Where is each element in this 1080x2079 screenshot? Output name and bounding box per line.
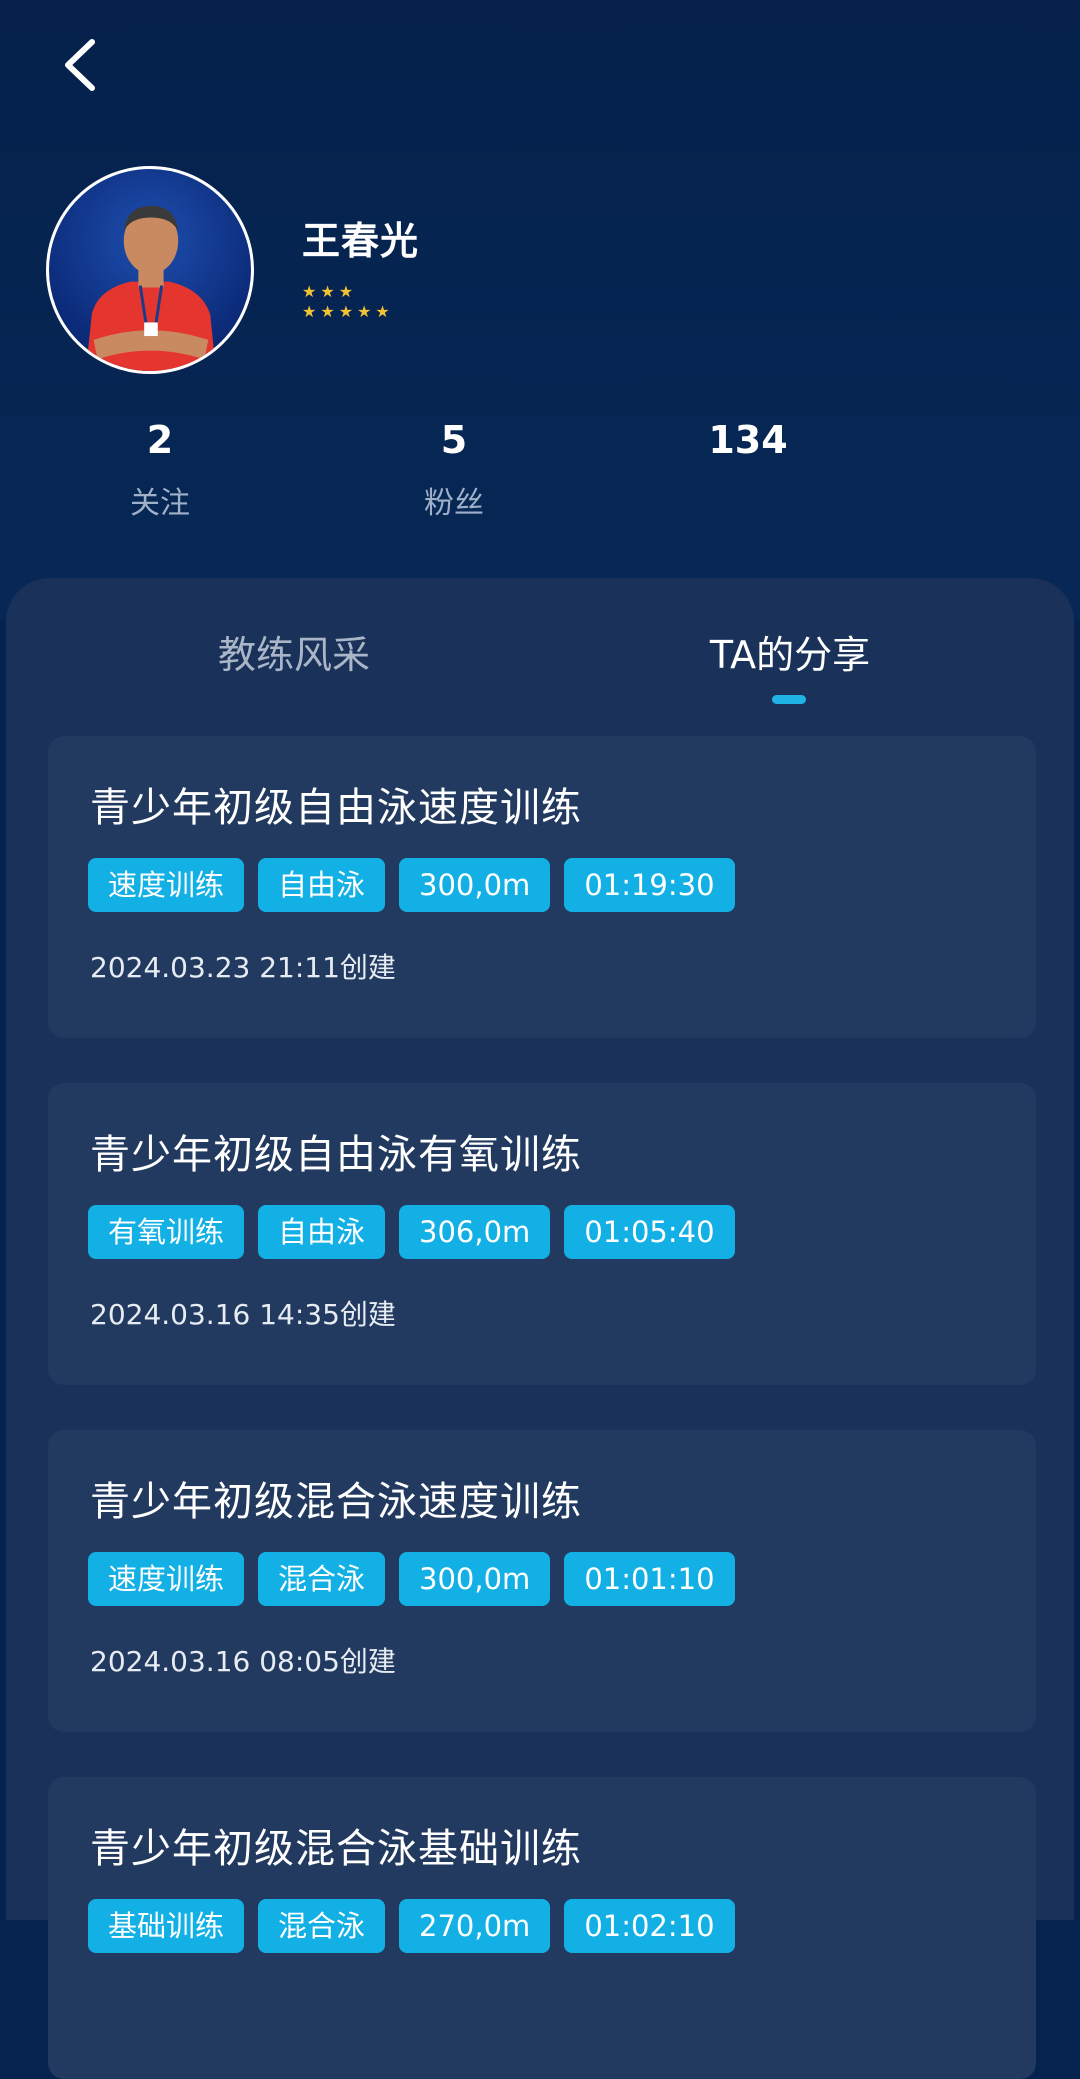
user-name: 王春光: [302, 219, 420, 263]
card-date: 2024.03.16 14:35创建: [90, 1298, 396, 1331]
stat-followers-count: 5: [440, 418, 468, 462]
tag-stroke: 混合泳: [258, 1552, 386, 1606]
chevron-left-icon: [65, 39, 95, 91]
stars-row-1: ★★★: [302, 282, 358, 301]
tag-duration: 01:01:10: [564, 1552, 735, 1606]
card-title: 青少年初级自由泳有氧训练: [90, 1132, 582, 1178]
tab-shares[interactable]: TA的分享: [692, 620, 888, 690]
stat-following[interactable]: 2 关注: [60, 410, 260, 534]
training-card[interactable]: 青少年初级自由泳有氧训练 有氧训练 自由泳 306,0m 01:05:40 20…: [48, 1083, 1036, 1385]
stat-followers[interactable]: 5 粉丝: [354, 410, 554, 534]
card-title: 青少年初级混合泳速度训练: [90, 1479, 582, 1525]
stat-followers-label: 粉丝: [424, 486, 484, 521]
tag-type: 速度训练: [88, 1552, 245, 1606]
tag-stroke: 混合泳: [258, 1899, 386, 1953]
card-title: 青少年初级混合泳基础训练: [90, 1826, 582, 1872]
back-button[interactable]: [52, 30, 112, 100]
tag-duration: 01:02:10: [564, 1899, 735, 1953]
training-card[interactable]: 青少年初级自由泳速度训练 速度训练 自由泳 300,0m 01:19:30 20…: [48, 736, 1036, 1038]
tag-type: 基础训练: [88, 1899, 245, 1953]
tab-coach-showcase[interactable]: 教练风采: [196, 620, 392, 690]
tag-distance: 306,0m: [399, 1205, 551, 1259]
tab-active-indicator: [772, 695, 806, 704]
card-date: 2024.03.23 21:11创建: [90, 951, 396, 984]
tag-type: 速度训练: [88, 858, 245, 912]
tag-stroke: 自由泳: [258, 1205, 386, 1259]
avatar-image: [85, 205, 217, 371]
card-tags: 速度训练 自由泳 300,0m 01:19:30: [88, 858, 735, 912]
avatar[interactable]: [46, 166, 254, 374]
tag-duration: 01:19:30: [564, 858, 735, 912]
card-date: 2024.03.16 08:05创建: [90, 1645, 396, 1678]
stat-third[interactable]: 134: [648, 410, 848, 474]
tag-duration: 01:05:40: [564, 1205, 735, 1259]
training-card[interactable]: 青少年初级混合泳速度训练 速度训练 混合泳 300,0m 01:01:10 20…: [48, 1430, 1036, 1732]
tag-distance: 300,0m: [399, 858, 551, 912]
stars-row-2: ★★★★★: [302, 302, 394, 321]
stat-following-count: 2: [146, 418, 174, 462]
tag-distance: 270,0m: [399, 1899, 551, 1953]
tag-type: 有氧训练: [88, 1205, 245, 1259]
stat-following-label: 关注: [130, 486, 190, 521]
tag-distance: 300,0m: [399, 1552, 551, 1606]
card-tags: 速度训练 混合泳 300,0m 01:01:10: [88, 1552, 735, 1606]
training-card[interactable]: 青少年初级混合泳基础训练 基础训练 混合泳 270,0m 01:02:10: [48, 1777, 1036, 2079]
stat-third-count: 134: [708, 418, 788, 462]
card-tags: 有氧训练 自由泳 306,0m 01:05:40: [88, 1205, 735, 1259]
card-tags: 基础训练 混合泳 270,0m 01:02:10: [88, 1899, 735, 1953]
tag-stroke: 自由泳: [258, 858, 386, 912]
card-title: 青少年初级自由泳速度训练: [90, 785, 582, 831]
rating-stars: ★★★ ★★★★★: [302, 282, 394, 322]
